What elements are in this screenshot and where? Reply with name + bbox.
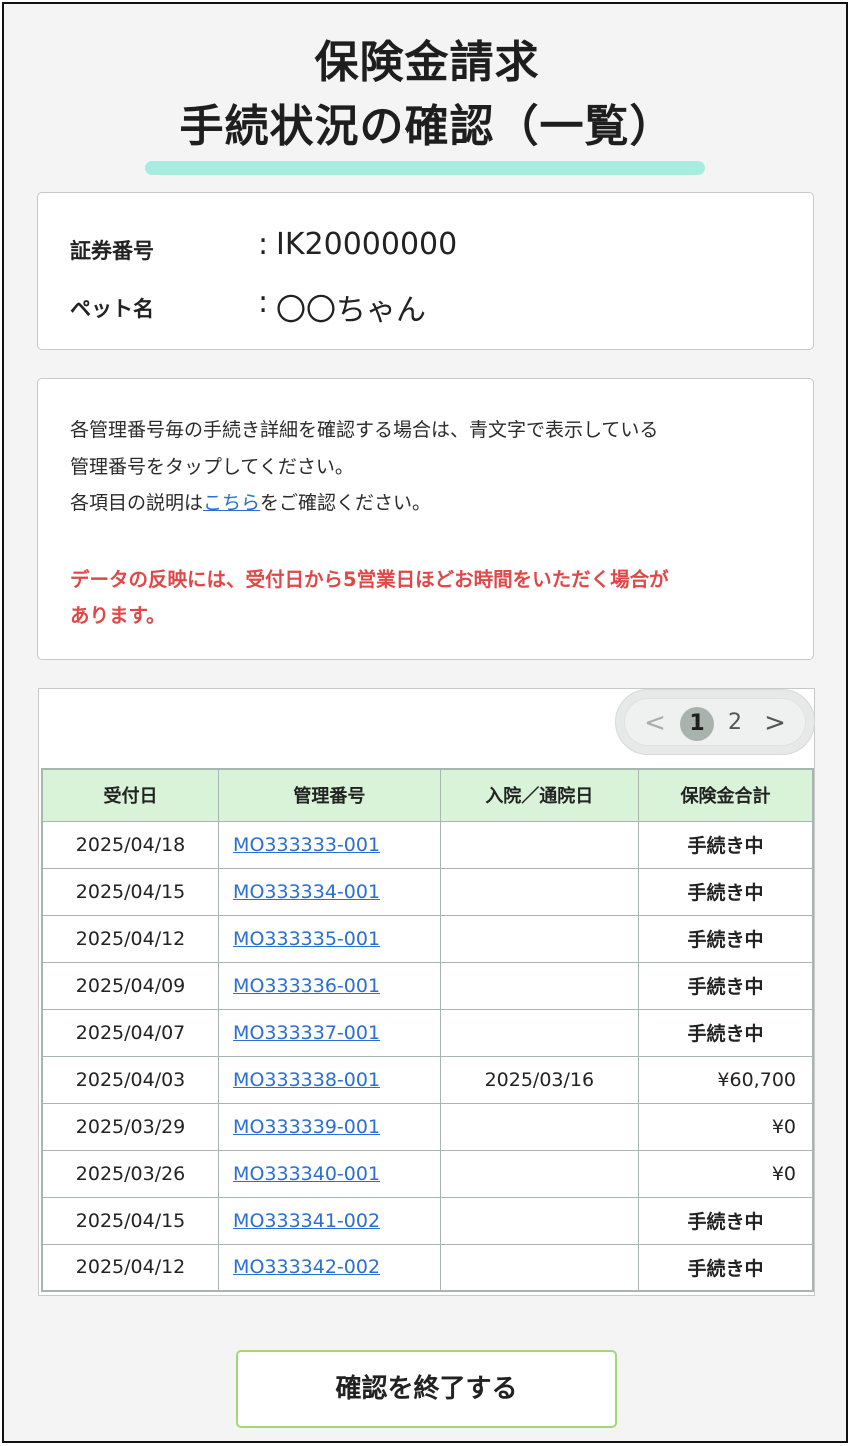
control-number-link[interactable]: MO333335-001 bbox=[233, 928, 380, 950]
hospital-date bbox=[439, 867, 640, 916]
control-number-link[interactable]: MO333340-001 bbox=[233, 1163, 380, 1185]
hospital-date bbox=[439, 1196, 640, 1245]
notice-line1: 各管理番号毎の手続き詳細を確認する場合は、青文字で表示している bbox=[70, 419, 659, 441]
page-title-line2: 手続状況の確認（一覧） bbox=[179, 101, 675, 152]
pet-name-label: ペット名 bbox=[70, 297, 154, 321]
hospital-date: 2025/03/16 bbox=[439, 1055, 640, 1104]
table-row: 2025/04/15 MO333334-001 手続き中 bbox=[41, 867, 814, 916]
page-title-line1: 保険金請求 bbox=[314, 37, 540, 88]
claim-total: 手続き中 bbox=[638, 1243, 814, 1292]
receipt-date: 2025/04/09 bbox=[41, 961, 220, 1010]
receipt-date: 2025/04/12 bbox=[41, 1243, 220, 1292]
control-number-link[interactable]: MO333334-001 bbox=[233, 881, 380, 903]
header-receipt-date: 受付日 bbox=[41, 768, 220, 822]
next-page-button[interactable]: > bbox=[763, 699, 787, 747]
header-control-number: 管理番号 bbox=[218, 768, 441, 822]
receipt-date: 2025/03/26 bbox=[41, 1149, 220, 1198]
claim-total: ¥0 bbox=[638, 1102, 814, 1151]
warning-line2: あります。 bbox=[70, 604, 166, 627]
table-row: 2025/04/12 MO333342-002 手続き中 bbox=[41, 1243, 814, 1292]
notice-line3-prefix: 各項目の説明は bbox=[70, 492, 204, 514]
prev-page-button[interactable]: < bbox=[643, 699, 667, 747]
table-row: 2025/04/12 MO333335-001 手続き中 bbox=[41, 914, 814, 963]
table-row: 2025/03/26 MO333340-001 ¥0 bbox=[41, 1149, 814, 1198]
policy-number-label: 証券番号 bbox=[70, 239, 154, 263]
receipt-date: 2025/04/07 bbox=[41, 1008, 220, 1057]
receipt-date: 2025/04/15 bbox=[41, 1196, 220, 1245]
control-number-link[interactable]: MO333336-001 bbox=[233, 975, 380, 997]
table-row: 2025/04/07 MO333337-001 手続き中 bbox=[41, 1008, 814, 1057]
table-header-row: 受付日 管理番号 入院／通院日 保険金合計 bbox=[41, 768, 814, 822]
pet-name-value: 〇〇ちゃん bbox=[276, 293, 426, 328]
pet-name-colon: : bbox=[258, 285, 269, 320]
receipt-date: 2025/04/03 bbox=[41, 1055, 220, 1104]
claim-total: ¥0 bbox=[638, 1149, 814, 1198]
header-hospital-date: 入院／通院日 bbox=[439, 768, 640, 822]
hospital-date bbox=[439, 1243, 640, 1292]
claim-total: 手続き中 bbox=[638, 961, 814, 1010]
end-confirmation-button[interactable]: 確認を終了する bbox=[236, 1350, 617, 1428]
hospital-date bbox=[439, 820, 640, 869]
hospital-date bbox=[439, 1102, 640, 1151]
table-row: 2025/04/03 MO333338-001 2025/03/16 ¥60,7… bbox=[41, 1055, 814, 1104]
title-underline bbox=[145, 161, 705, 175]
page-1-button[interactable]: 1 bbox=[680, 707, 714, 741]
claim-total: 手続き中 bbox=[638, 1196, 814, 1245]
policy-info-card: 証券番号 : IK20000000 ペット名 : 〇〇ちゃん bbox=[37, 192, 814, 350]
receipt-date: 2025/04/18 bbox=[41, 820, 220, 869]
policy-number-value: IK20000000 bbox=[276, 227, 458, 262]
claim-total: 手続き中 bbox=[638, 820, 814, 869]
page-frame: 保険金請求 手続状況の確認（一覧） 証券番号 : IK20000000 ペット名… bbox=[2, 2, 848, 1443]
receipt-date: 2025/04/15 bbox=[41, 867, 220, 916]
notice-card: 各管理番号毎の手続き詳細を確認する場合は、青文字で表示している 管理番号をタップ… bbox=[37, 378, 814, 660]
control-number-link[interactable]: MO333339-001 bbox=[233, 1116, 380, 1138]
receipt-date: 2025/03/29 bbox=[41, 1102, 220, 1151]
header-claim-total: 保険金合計 bbox=[638, 768, 814, 822]
receipt-date: 2025/04/12 bbox=[41, 914, 220, 963]
table-row: 2025/04/15 MO333341-002 手続き中 bbox=[41, 1196, 814, 1245]
pagination: < 1 2 > bbox=[615, 689, 815, 755]
notice-line2: 管理番号をタップしてください。 bbox=[70, 456, 354, 478]
control-number-link[interactable]: MO333333-001 bbox=[233, 834, 380, 856]
page-2-button[interactable]: 2 bbox=[723, 699, 747, 747]
warning-line1: データの反映には、受付日から5営業日ほどお時間をいただく場合が bbox=[70, 568, 669, 591]
notice-line3-suffix: をご確認ください。 bbox=[260, 492, 432, 514]
table-row: 2025/03/29 MO333339-001 ¥0 bbox=[41, 1102, 814, 1151]
hospital-date bbox=[439, 914, 640, 963]
policy-number-colon: : bbox=[258, 227, 269, 262]
table-row: 2025/04/18 MO333333-001 手続き中 bbox=[41, 820, 814, 869]
claim-total: ¥60,700 bbox=[638, 1055, 814, 1104]
claims-table: 受付日 管理番号 入院／通院日 保険金合計 2025/04/18 MO33333… bbox=[41, 768, 814, 1292]
hospital-date bbox=[439, 961, 640, 1010]
claim-total: 手続き中 bbox=[638, 867, 814, 916]
notice-line3: 各項目の説明はこちらをご確認ください。 bbox=[70, 488, 431, 515]
explanation-link[interactable]: こちら bbox=[203, 492, 260, 514]
hospital-date bbox=[439, 1008, 640, 1057]
hospital-date bbox=[439, 1149, 640, 1198]
claim-total: 手続き中 bbox=[638, 914, 814, 963]
claim-total: 手続き中 bbox=[638, 1008, 814, 1057]
control-number-link[interactable]: MO333342-002 bbox=[233, 1256, 380, 1278]
control-number-link[interactable]: MO333341-002 bbox=[233, 1210, 380, 1232]
claims-table-panel: < 1 2 > 受付日 管理番号 入院／通院日 保険金合計 2025/04/18… bbox=[38, 688, 815, 1296]
table-row: 2025/04/09 MO333336-001 手続き中 bbox=[41, 961, 814, 1010]
pagination-inner: < 1 2 > bbox=[624, 698, 806, 746]
control-number-link[interactable]: MO333338-001 bbox=[233, 1069, 380, 1091]
control-number-link[interactable]: MO333337-001 bbox=[233, 1022, 380, 1044]
